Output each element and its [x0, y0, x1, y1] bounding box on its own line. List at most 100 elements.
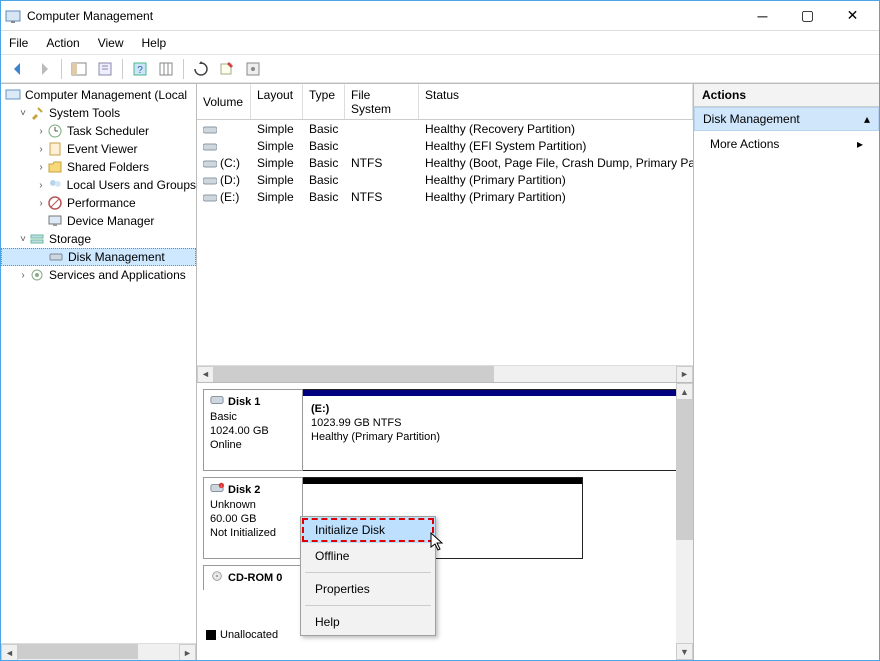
tree-disk-management[interactable]: Disk Management: [1, 248, 196, 266]
tree-services-apps[interactable]: › Services and Applications: [1, 266, 196, 284]
drive-icon: [203, 124, 217, 134]
expand-icon[interactable]: ›: [17, 270, 29, 281]
expand-icon[interactable]: ›: [35, 126, 47, 137]
computer-icon: [5, 87, 21, 103]
legend-unallocated: Unallocated: [206, 629, 278, 641]
toolbar: ?: [1, 55, 879, 83]
scroll-up-icon[interactable]: ▲: [676, 383, 693, 400]
tree-local-users[interactable]: › Local Users and Groups: [1, 176, 196, 194]
show-hide-tree-button[interactable]: [68, 58, 90, 80]
menu-help[interactable]: Help: [142, 36, 167, 50]
maximize-button[interactable]: ▢: [785, 1, 830, 31]
hard-disk-warning-icon: ↓: [210, 482, 224, 498]
volume-list-header: Volume Layout Type File System Status: [197, 84, 693, 120]
ctx-initialize-disk[interactable]: Initialize Disk: [301, 517, 435, 543]
expand-icon[interactable]: ›: [35, 198, 47, 209]
menu-action[interactable]: Action: [46, 36, 79, 50]
col-status[interactable]: Status: [419, 84, 693, 119]
volume-row[interactable]: (D:)SimpleBasicHealthy (Primary Partitio…: [197, 171, 693, 188]
disk-management-icon: [48, 249, 64, 265]
volume-row[interactable]: SimpleBasicHealthy (EFI System Partition…: [197, 137, 693, 154]
scroll-right-icon[interactable]: ►: [676, 366, 693, 383]
main-content: Computer Management (Local ˅ System Tool…: [1, 83, 879, 660]
menu-bar: File Action View Help: [1, 31, 879, 55]
scroll-left-icon[interactable]: ◄: [1, 644, 18, 660]
col-type[interactable]: Type: [303, 84, 345, 119]
back-button[interactable]: [7, 58, 29, 80]
tree-event-viewer[interactable]: › Event Viewer: [1, 140, 196, 158]
event-log-icon: [47, 141, 63, 157]
scroll-right-icon[interactable]: ►: [179, 644, 196, 660]
volume-block[interactable]: (E:) 1023.99 GB NTFS Healthy (Primary Pa…: [303, 389, 687, 471]
actions-dm[interactable]: Disk Management ▴: [694, 107, 879, 131]
menu-file[interactable]: File: [9, 36, 28, 50]
window-title: Computer Management: [27, 9, 740, 23]
ctx-properties[interactable]: Properties: [301, 576, 435, 602]
help-button[interactable]: ?: [129, 58, 151, 80]
tree-shared-folders[interactable]: › Shared Folders: [1, 158, 196, 176]
close-button[interactable]: ✕: [830, 1, 875, 31]
ctx-separator: [305, 572, 431, 573]
svg-text:?: ?: [137, 65, 143, 76]
disk-info: ↓Disk 2 Unknown 60.00 GB Not Initialized: [203, 477, 303, 559]
volume-list-body: SimpleBasicHealthy (Recovery Partition)S…: [197, 120, 693, 205]
tree-h-scrollbar[interactable]: ◄ ►: [1, 643, 196, 660]
tree-task-scheduler[interactable]: › Task Scheduler: [1, 122, 196, 140]
expand-icon[interactable]: ›: [35, 144, 47, 155]
col-volume[interactable]: Volume: [197, 84, 251, 119]
properties-button[interactable]: [94, 58, 116, 80]
settings-button[interactable]: [242, 58, 264, 80]
refresh-button[interactable]: [190, 58, 212, 80]
tree-system-tools[interactable]: ˅ System Tools: [1, 104, 196, 122]
col-layout[interactable]: Layout: [251, 84, 303, 119]
console-tree: Computer Management (Local ˅ System Tool…: [1, 84, 197, 660]
expand-icon[interactable]: ›: [35, 180, 47, 191]
ctx-help[interactable]: Help: [301, 609, 435, 635]
scroll-down-icon[interactable]: ▼: [676, 643, 693, 660]
disk-row-disk1[interactable]: Disk 1 Basic 1024.00 GB Online (E:) 1023…: [203, 389, 687, 471]
drive-icon: [203, 192, 217, 202]
volume-h-scrollbar[interactable]: ◄ ►: [197, 365, 693, 382]
tree-storage[interactable]: ˅ Storage: [1, 230, 196, 248]
col-fs[interactable]: File System: [345, 84, 419, 119]
graphical-view: Disk 1 Basic 1024.00 GB Online (E:) 1023…: [197, 382, 693, 660]
performance-icon: [47, 195, 63, 211]
ctx-offline[interactable]: Offline: [301, 543, 435, 569]
drive-icon: [203, 141, 217, 151]
context-menu: Initialize Disk Offline Properties Help: [300, 516, 436, 636]
volume-row[interactable]: (E:)SimpleBasicNTFSHealthy (Primary Part…: [197, 188, 693, 205]
disk-management-pane: Volume Layout Type File System Status Si…: [197, 84, 694, 660]
actions-button[interactable]: [216, 58, 238, 80]
expand-icon[interactable]: ›: [35, 162, 47, 173]
tree-device-manager[interactable]: Device Manager: [1, 212, 196, 230]
volume-row[interactable]: SimpleBasicHealthy (Recovery Partition): [197, 120, 693, 137]
device-manager-icon: [47, 213, 63, 229]
services-icon: [29, 267, 45, 283]
graphical-v-scrollbar[interactable]: ▲ ▼: [676, 383, 693, 660]
tree-performance[interactable]: › Performance: [1, 194, 196, 212]
collapse-icon[interactable]: ˅: [17, 108, 29, 119]
computer-management-window: Computer Management ─ ▢ ✕ File Action Vi…: [0, 0, 880, 661]
actions-more[interactable]: More Actions ▸: [694, 131, 879, 157]
actions-header: Actions: [694, 84, 879, 107]
hard-disk-icon: [210, 394, 224, 410]
app-icon: [5, 8, 21, 24]
disk-row-cdrom[interactable]: CD-ROM 0: [203, 565, 687, 590]
collapse-icon[interactable]: ˅: [17, 234, 29, 245]
menu-view[interactable]: View: [98, 36, 124, 50]
volume-row[interactable]: (C:)SimpleBasicNTFSHealthy (Boot, Page F…: [197, 154, 693, 171]
minimize-button[interactable]: ─: [740, 1, 785, 31]
legend-swatch-black: [206, 630, 216, 640]
drive-icon: [203, 175, 217, 185]
tree-root[interactable]: Computer Management (Local: [1, 86, 196, 104]
forward-button[interactable]: [33, 58, 55, 80]
columns-button[interactable]: [155, 58, 177, 80]
disk-info: Disk 1 Basic 1024.00 GB Online: [203, 389, 303, 471]
collapse-up-icon: ▴: [864, 112, 870, 126]
storage-icon: [29, 231, 45, 247]
actions-pane: Actions Disk Management ▴ More Actions ▸: [694, 84, 879, 660]
tools-icon: [29, 105, 45, 121]
clock-icon: [47, 123, 63, 139]
scroll-left-icon[interactable]: ◄: [197, 366, 214, 383]
title-bar: Computer Management ─ ▢ ✕: [1, 1, 879, 31]
